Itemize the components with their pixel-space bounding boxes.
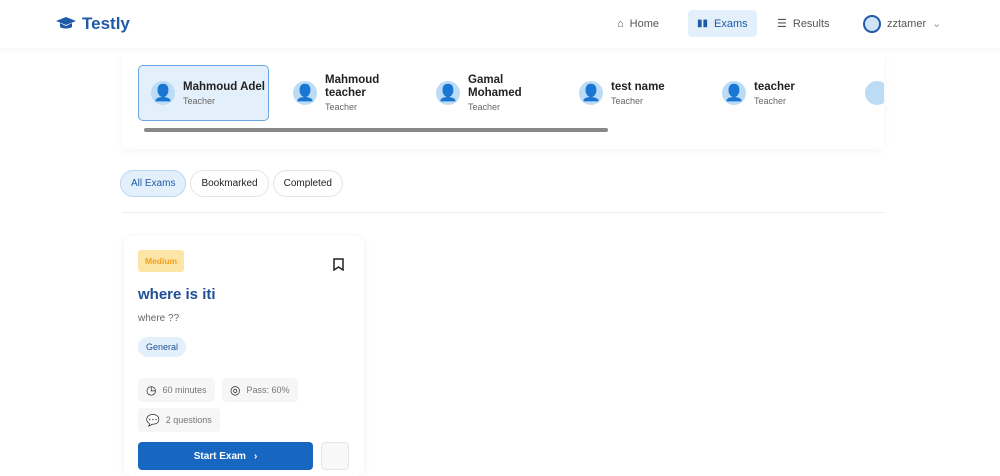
teacher-avatar-icon: 👤: [722, 81, 746, 105]
brand-name: Testly: [82, 14, 130, 33]
questions-info: 💬 2 questions: [138, 408, 220, 432]
teacher-role: Teacher: [468, 102, 501, 112]
teacher-avatar-icon: 👤: [436, 81, 460, 105]
teacher-avatar-icon: 👤: [293, 81, 317, 105]
teacher-card[interactable]: 👤 teacher Teacher: [710, 65, 841, 121]
user-menu[interactable]: zztamer ⌄: [854, 10, 950, 37]
teacher-card[interactable]: 👤 Gamal Mohamed Teacher: [424, 65, 555, 121]
teacher-card[interactable]: 👤 Mahmoud Adel Teacher: [138, 65, 269, 121]
teacher-name: Mahmoud teacher: [325, 74, 380, 99]
nav-results[interactable]: ☰ Results: [768, 10, 839, 37]
pass-info: ◎ Pass: 60%: [222, 378, 298, 402]
bookmark-icon[interactable]: [333, 258, 344, 271]
chat-bubble-icon: 💬: [146, 414, 160, 427]
arrow-right-icon: ›: [253, 450, 258, 462]
start-exam-label: Start Exam: [193, 450, 246, 462]
teacher-name: teacher: [754, 80, 795, 93]
teacher-avatar-icon: 👤: [151, 81, 175, 105]
filter-bookmarked[interactable]: Bookmarked: [190, 170, 269, 197]
top-nav: Testly ⌂ Home ▮▮ Exams ☰ Results zztamer ⌄: [0, 0, 1000, 48]
pass-text: Pass: 60%: [246, 385, 290, 395]
nav-results-label: Results: [792, 17, 830, 30]
teacher-role: Teacher: [754, 95, 787, 106]
nav-exams-label: Exams: [714, 17, 748, 30]
list-icon: ☰: [777, 18, 787, 30]
questions-text: 2 questions: [165, 415, 212, 425]
chevron-down-icon: ⌄: [932, 18, 942, 30]
start-exam-button[interactable]: Start Exam ›: [138, 442, 313, 470]
exam-title: where is iti: [138, 286, 216, 303]
book-icon: ▮▮: [697, 18, 709, 29]
scrollbar-thumb[interactable]: [144, 128, 608, 132]
info-button[interactable]: [321, 442, 349, 470]
teacher-avatar-icon: 👤: [579, 81, 603, 105]
horizontal-scrollbar[interactable]: [140, 128, 866, 132]
teacher-carousel: 👤 Mahmoud Adel Teacher 👤 Mahmoud teacher Tea…: [122, 52, 884, 149]
difficulty-badge: Medium: [138, 250, 185, 272]
duration-info: ◷ 60 minutes: [138, 378, 215, 402]
clock-icon: ◷: [146, 383, 157, 397]
teacher-name: Mahmoud Adel: [183, 80, 265, 93]
teacher-role: Teacher: [183, 95, 216, 106]
filter-completed[interactable]: Completed: [272, 170, 343, 197]
nav-home[interactable]: ⌂ Home: [608, 10, 668, 37]
nav-home-label: Home: [629, 17, 659, 30]
user-avatar-icon: [863, 14, 881, 33]
target-icon: ◎: [230, 383, 241, 397]
home-icon: ⌂: [617, 17, 624, 30]
teacher-name: test name: [611, 80, 665, 93]
teacher-card[interactable]: 👤 test name Teacher: [567, 65, 698, 121]
exam-description: where ??: [138, 313, 180, 324]
teacher-avatar-icon: [865, 81, 884, 105]
teacher-card-partial[interactable]: [853, 65, 884, 121]
graduation-cap-icon: [56, 17, 76, 29]
brand-logo[interactable]: Testly: [56, 14, 130, 34]
username: zztamer: [887, 17, 927, 30]
exam-card: Medium where is iti where ?? General ◷ 60…: [124, 236, 364, 476]
teacher-role: Teacher: [611, 95, 644, 106]
duration-text: 60 minutes: [162, 385, 207, 395]
divider: [122, 212, 884, 213]
teacher-name: Gamal Mohamed: [468, 74, 522, 99]
exam-filters: All Exams Bookmarked Completed: [120, 170, 343, 197]
teacher-card[interactable]: 👤 Mahmoud teacher Teacher: [281, 65, 412, 121]
teacher-role: Teacher: [325, 102, 358, 112]
filter-all-exams[interactable]: All Exams: [120, 170, 187, 197]
category-tag: General: [138, 337, 187, 357]
nav-exams[interactable]: ▮▮ Exams: [688, 10, 757, 37]
